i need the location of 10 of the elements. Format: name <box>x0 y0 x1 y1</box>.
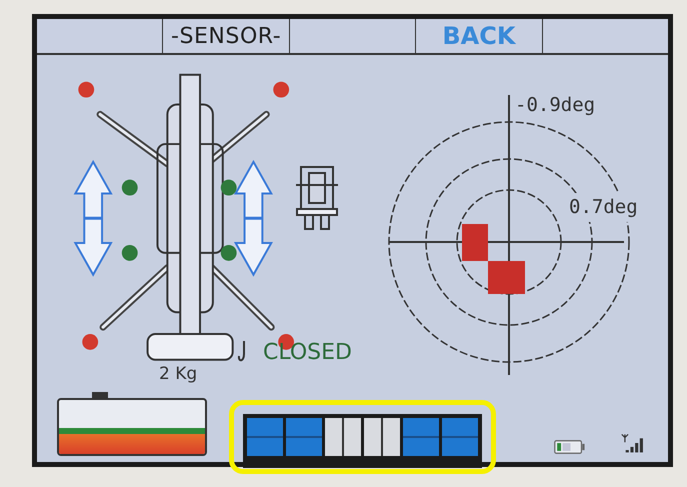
screen-title: -SENSOR- <box>170 22 282 50</box>
hook-status: CLOSED <box>263 342 352 364</box>
machine-front-icon <box>295 165 339 231</box>
tilt-reading: -0.9deg <box>515 93 596 118</box>
double-arrow-icon <box>234 160 273 277</box>
back-button[interactable]: BACK <box>416 19 543 53</box>
tank-cap <box>92 392 108 398</box>
battery-icon <box>554 438 586 456</box>
double-arrow-icon <box>74 160 113 277</box>
load-reading: 2 Kg <box>158 364 198 385</box>
